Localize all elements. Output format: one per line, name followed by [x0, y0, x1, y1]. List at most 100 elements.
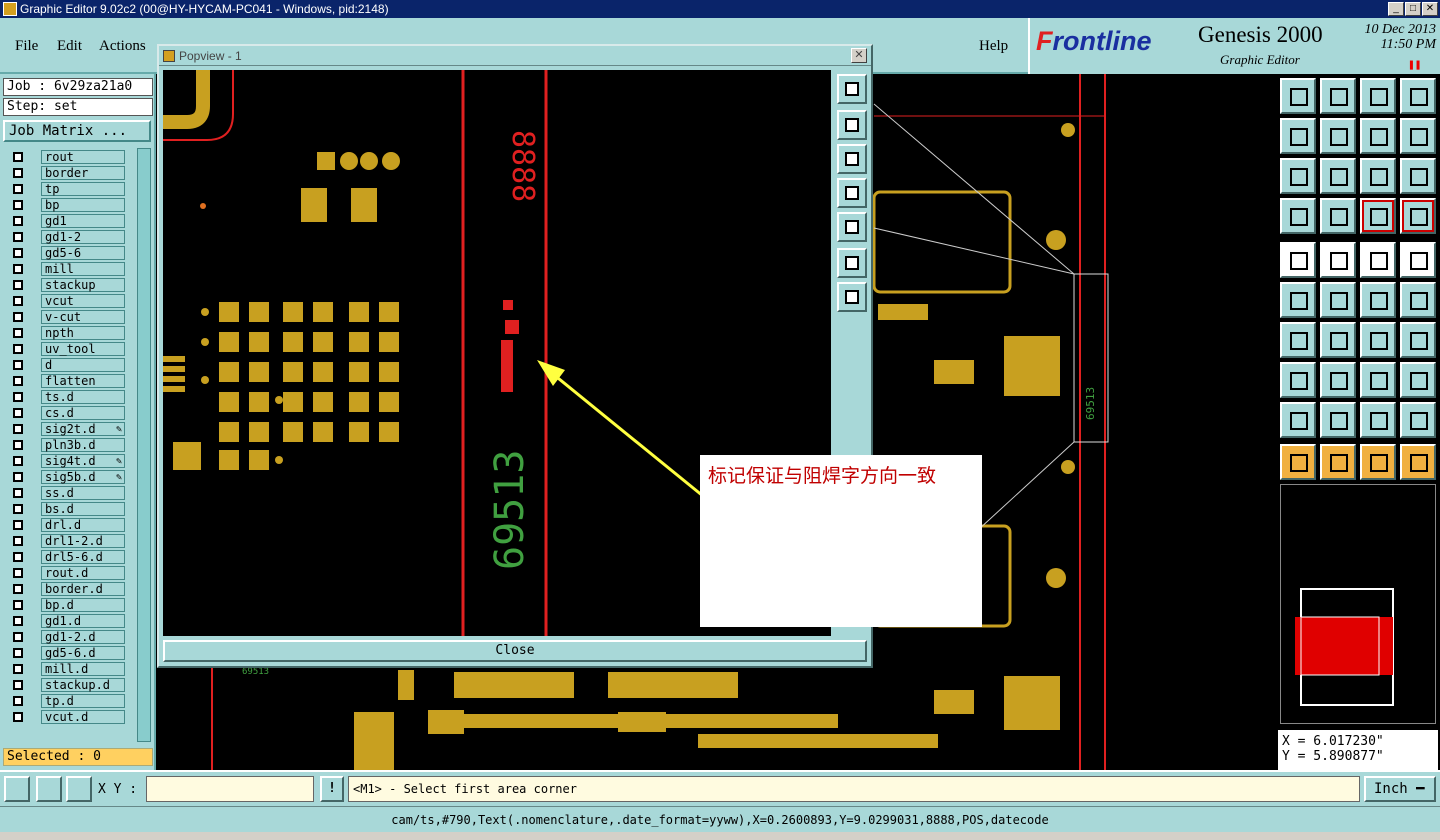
circles-icon[interactable] — [1400, 362, 1436, 398]
layer-name[interactable]: drl1-2.d — [41, 534, 125, 548]
minimize-button[interactable]: _ — [1388, 2, 1404, 16]
layer-row[interactable]: bp.d — [7, 598, 125, 612]
layer-name[interactable]: tp — [41, 182, 125, 196]
layer-name[interactable]: vcut.d — [41, 710, 125, 724]
zoom-in-icon[interactable] — [837, 248, 867, 278]
layer-name[interactable]: bs.d — [41, 502, 125, 516]
layer-row[interactable]: uv_tool — [7, 342, 125, 356]
span-icon[interactable] — [1360, 362, 1396, 398]
menu-actions[interactable]: Actions — [99, 38, 146, 55]
layers-a-icon[interactable] — [1360, 198, 1396, 234]
ruler-icon[interactable] — [1360, 242, 1396, 278]
layer-row[interactable]: gd1.d — [7, 614, 125, 628]
snap-grid-icon[interactable] — [66, 776, 92, 802]
layer-checkbox[interactable] — [13, 200, 23, 210]
triangle-c-icon[interactable] — [1360, 402, 1396, 438]
layer-checkbox[interactable] — [13, 584, 23, 594]
layer-name[interactable]: gd5-6 — [41, 246, 125, 260]
layer-row[interactable]: rout.d — [7, 566, 125, 580]
layer-checkbox[interactable] — [13, 312, 23, 322]
layer-name[interactable]: mill.d — [41, 662, 125, 676]
shift-left-icon[interactable] — [1280, 118, 1316, 154]
popview-close-button[interactable]: Close — [163, 640, 867, 662]
layer-row[interactable]: sig5b.d ✎ — [7, 470, 125, 484]
layer-checkbox[interactable] — [13, 568, 23, 578]
layer-row[interactable]: stackup — [7, 278, 125, 292]
popview-close-icon[interactable]: ✕ — [851, 48, 867, 63]
layer-name[interactable]: v-cut — [41, 310, 125, 324]
pad-icon[interactable] — [1400, 242, 1436, 278]
layer-checkbox[interactable] — [13, 648, 23, 658]
move-down-icon[interactable] — [1320, 78, 1356, 114]
layer-row[interactable]: sig4t.d ✎ — [7, 454, 125, 468]
exclaim-button[interactable]: ! — [320, 776, 344, 802]
measure-icon[interactable] — [36, 776, 62, 802]
layer-name[interactable]: stackup.d — [41, 678, 125, 692]
layer-checkbox[interactable] — [13, 184, 23, 194]
layer-checkbox[interactable] — [13, 296, 23, 306]
layer-checkbox[interactable] — [13, 360, 23, 370]
layer-row[interactable]: gd5-6.d — [7, 646, 125, 660]
layer-name[interactable]: drl.d — [41, 518, 125, 532]
layer-name[interactable]: tp.d — [41, 694, 125, 708]
layer-name[interactable]: border — [41, 166, 125, 180]
grid-icon[interactable] — [1320, 198, 1356, 234]
layer-row[interactable]: tp — [7, 182, 125, 196]
pause-icon[interactable]: ❚❚ — [1408, 58, 1421, 71]
layer-name[interactable]: pln3b.d — [41, 438, 125, 452]
layer-checkbox[interactable] — [13, 248, 23, 258]
layer-name[interactable]: bp — [41, 198, 125, 212]
unit-select[interactable]: Inch ━ — [1364, 776, 1436, 802]
split-line-icon[interactable] — [1400, 322, 1436, 358]
layer-name[interactable]: gd1.d — [41, 614, 125, 628]
layer-row[interactable]: ts.d — [7, 390, 125, 404]
layer-checkbox[interactable] — [13, 520, 23, 530]
layer-row[interactable]: drl5-6.d — [7, 550, 125, 564]
help-icon[interactable] — [1400, 158, 1436, 194]
layer-row[interactable]: border.d — [7, 582, 125, 596]
center-icon[interactable] — [1320, 158, 1356, 194]
line-icon[interactable] — [1320, 322, 1356, 358]
layer-checkbox[interactable] — [13, 488, 23, 498]
layer-name[interactable]: drl5-6.d — [41, 550, 125, 564]
pointer-icon[interactable] — [1280, 444, 1316, 480]
layer-name[interactable]: rout — [41, 150, 125, 164]
layer-checkbox[interactable] — [13, 344, 23, 354]
layer-checkbox[interactable] — [13, 504, 23, 514]
layer-checkbox[interactable] — [13, 152, 23, 162]
home-icon[interactable] — [1360, 78, 1396, 114]
layer-name[interactable]: gd1-2 — [41, 230, 125, 244]
layer-row[interactable]: ss.d — [7, 486, 125, 500]
scale-icon[interactable] — [1360, 158, 1396, 194]
layer-checkbox[interactable] — [13, 440, 23, 450]
layer-row[interactable]: d — [7, 358, 125, 372]
layer-checkbox[interactable] — [13, 264, 23, 274]
arc-icon[interactable] — [1360, 322, 1396, 358]
node-move-icon[interactable] — [1400, 282, 1436, 318]
layer-row[interactable]: cs.d — [7, 406, 125, 420]
layer-checkbox[interactable] — [13, 696, 23, 706]
menu-edit[interactable]: Edit — [57, 38, 82, 55]
layer-row[interactable]: mill — [7, 262, 125, 276]
layer-row[interactable]: vcut.d — [7, 710, 125, 724]
layer-checkbox[interactable] — [13, 216, 23, 226]
zoom-home-icon[interactable] — [837, 74, 867, 104]
pan-left-icon[interactable] — [837, 178, 867, 208]
shift-right-icon[interactable] — [1320, 118, 1356, 154]
layer-name[interactable]: d — [41, 358, 125, 372]
layer-name[interactable]: border.d — [41, 582, 125, 596]
layer-name[interactable]: ss.d — [41, 486, 125, 500]
layer-row[interactable]: bp — [7, 198, 125, 212]
triangle-b-icon[interactable] — [1320, 402, 1356, 438]
layer-checkbox[interactable] — [13, 280, 23, 290]
flip-icon[interactable] — [1400, 118, 1436, 154]
tools-icon[interactable] — [1280, 198, 1316, 234]
layer-checkbox[interactable] — [13, 376, 23, 386]
layer-name[interactable]: ts.d — [41, 390, 125, 404]
node-icon[interactable] — [1360, 282, 1396, 318]
layer-row[interactable]: pln3b.d — [7, 438, 125, 452]
layer-checkbox[interactable] — [13, 632, 23, 642]
layer-checkbox[interactable] — [13, 456, 23, 466]
layer-checkbox[interactable] — [13, 232, 23, 242]
xy-input[interactable] — [146, 776, 314, 802]
